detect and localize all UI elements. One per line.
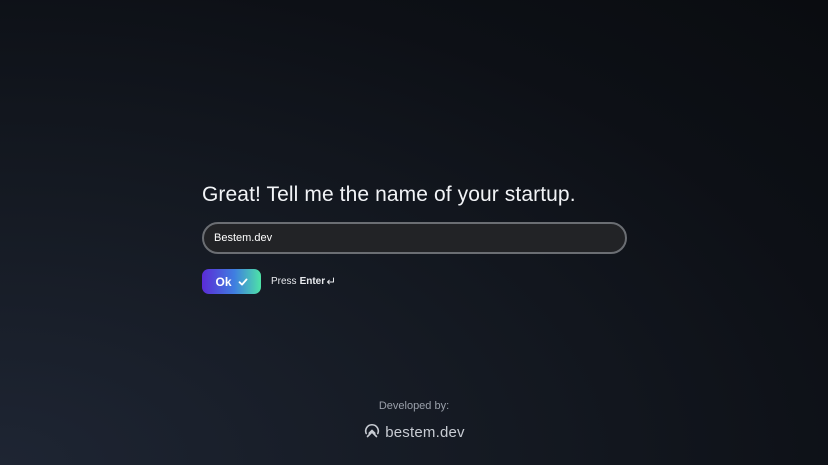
ok-button-label: Ok [215, 274, 232, 289]
hint-key: Enter [299, 276, 326, 287]
startup-name-input[interactable] [202, 222, 627, 254]
brand-name: bestem.dev [385, 423, 465, 441]
enter-key-icon [327, 277, 335, 285]
form-actions: Ok Press Enter [202, 269, 627, 294]
brand-link[interactable]: bestem.dev [363, 423, 465, 441]
bestem-logo-icon [365, 423, 380, 438]
question-card: Great! Tell me the name of your startup.… [202, 180, 627, 294]
hint-prefix: Press [271, 276, 297, 287]
ok-button[interactable]: Ok [202, 269, 261, 294]
footer: Developed by: bestem.dev [0, 399, 828, 446]
enter-hint: Press Enter [271, 276, 335, 287]
question-title: Great! Tell me the name of your startup. [202, 183, 576, 206]
checkmark-icon [238, 278, 247, 285]
developed-by-label: Developed by: [378, 400, 450, 412]
